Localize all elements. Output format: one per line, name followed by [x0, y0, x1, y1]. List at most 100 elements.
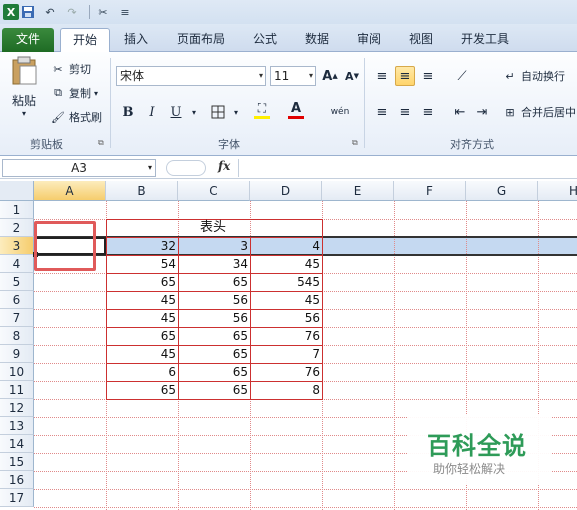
- row-header-10[interactable]: 10: [0, 363, 34, 381]
- table-cell[interactable]: 8: [250, 381, 322, 399]
- italic-button[interactable]: I: [142, 102, 162, 122]
- row-header-3[interactable]: 3: [0, 237, 34, 255]
- align-middle-icon[interactable]: ≡: [395, 66, 415, 86]
- row-header-9[interactable]: 9: [0, 345, 34, 363]
- row-header-11[interactable]: 11: [0, 381, 34, 399]
- chevron-down-icon[interactable]: ▾: [226, 102, 246, 122]
- underline-button[interactable]: U: [166, 102, 186, 122]
- tab-insert[interactable]: 插入: [116, 28, 156, 52]
- row-header-12[interactable]: 12: [0, 399, 34, 417]
- align-right-icon[interactable]: ≡: [418, 102, 438, 122]
- shrink-font-icon[interactable]: A ▼: [342, 66, 362, 86]
- customize-icon[interactable]: ≡: [116, 3, 134, 21]
- table-cell[interactable]: 54: [106, 255, 178, 273]
- table-cell[interactable]: 65: [178, 273, 250, 291]
- tab-file[interactable]: 文件: [2, 28, 54, 52]
- phonetic-icon[interactable]: wén: [330, 102, 350, 122]
- orientation-icon[interactable]: ⟋: [452, 66, 472, 86]
- font-launcher-icon[interactable]: ⧉: [352, 138, 358, 148]
- increase-indent-icon[interactable]: ⇥: [472, 102, 492, 122]
- table-cell[interactable]: 6: [106, 363, 178, 381]
- table-cell[interactable]: 56: [250, 309, 322, 327]
- tab-review[interactable]: 审阅: [350, 28, 388, 52]
- table-cell[interactable]: 4: [250, 237, 322, 255]
- table-cell[interactable]: 65: [106, 327, 178, 345]
- table-cell[interactable]: 65: [178, 345, 250, 363]
- formula-bar-toggle[interactable]: [166, 160, 206, 176]
- table-cell[interactable]: 45: [106, 291, 178, 309]
- align-top-icon[interactable]: ≡: [372, 66, 392, 86]
- table-cell[interactable]: 56: [178, 309, 250, 327]
- table-cell[interactable]: 7: [250, 345, 322, 363]
- font-color-icon[interactable]: A: [286, 100, 306, 120]
- insert-function-icon[interactable]: fx: [218, 159, 230, 173]
- tab-data[interactable]: 数据: [298, 28, 336, 52]
- column-header-e[interactable]: E: [322, 181, 394, 201]
- row-header-14[interactable]: 14: [0, 435, 34, 453]
- tab-formulas[interactable]: 公式: [246, 28, 284, 52]
- tab-home[interactable]: 开始: [60, 28, 110, 52]
- paste-button[interactable]: 粘贴 ▾: [6, 56, 42, 126]
- format-painter-button[interactable]: 🖌 格式刷: [50, 107, 102, 127]
- row-header-17[interactable]: 17: [0, 489, 34, 507]
- redo-icon[interactable]: ↷: [63, 3, 81, 21]
- table-cell[interactable]: 76: [250, 363, 322, 381]
- align-bottom-icon[interactable]: ≡: [418, 66, 438, 86]
- table-cell[interactable]: 45: [106, 309, 178, 327]
- column-header-f[interactable]: F: [394, 181, 466, 201]
- table-cell[interactable]: 545: [250, 273, 322, 291]
- table-cell[interactable]: 65: [106, 381, 178, 399]
- row-header-15[interactable]: 15: [0, 453, 34, 471]
- bold-button[interactable]: B: [118, 102, 138, 122]
- column-header-h[interactable]: H: [538, 181, 577, 201]
- copy-button[interactable]: ⧉ 复制 ▾: [50, 83, 98, 103]
- table-cell[interactable]: 65: [178, 327, 250, 345]
- font-name-combo[interactable]: 宋体 ▾: [116, 66, 266, 86]
- table-cell[interactable]: 3: [178, 237, 250, 255]
- chevron-down-icon[interactable]: ▾: [184, 102, 204, 122]
- font-size-combo[interactable]: 11 ▾: [270, 66, 316, 86]
- table-cell[interactable]: 65: [178, 381, 250, 399]
- column-header-b[interactable]: B: [106, 181, 178, 201]
- column-header-d[interactable]: D: [250, 181, 322, 201]
- table-cell[interactable]: 45: [250, 291, 322, 309]
- column-header-g[interactable]: G: [466, 181, 538, 201]
- tab-developer[interactable]: 开发工具: [454, 28, 516, 52]
- table-header-cell[interactable]: 表头: [106, 219, 322, 237]
- merge-center-button[interactable]: ⊞ 合并后居中: [502, 102, 576, 122]
- column-header-a[interactable]: A: [34, 181, 106, 201]
- row-header-6[interactable]: 6: [0, 291, 34, 309]
- formula-input[interactable]: [238, 159, 577, 177]
- grow-font-icon[interactable]: A ▲: [320, 66, 340, 86]
- table-cell[interactable]: 45: [106, 345, 178, 363]
- tab-view[interactable]: 视图: [402, 28, 440, 52]
- table-cell[interactable]: 32: [106, 237, 178, 255]
- row-header-1[interactable]: 1: [0, 201, 34, 219]
- table-cell[interactable]: 76: [250, 327, 322, 345]
- table-cell[interactable]: 34: [178, 255, 250, 273]
- name-box[interactable]: A3 ▾: [2, 159, 156, 177]
- fill-color-icon[interactable]: ⛶: [252, 100, 272, 120]
- align-center-icon[interactable]: ≡: [395, 102, 415, 122]
- table-cell[interactable]: 65: [106, 273, 178, 291]
- wrap-text-button[interactable]: ↵ 自动换行: [502, 66, 565, 86]
- table-cell[interactable]: 65: [178, 363, 250, 381]
- save-icon[interactable]: [19, 3, 37, 21]
- tools-icon[interactable]: ✂: [94, 3, 112, 21]
- row-header-2[interactable]: 2: [0, 219, 34, 237]
- row-header-8[interactable]: 8: [0, 327, 34, 345]
- border-icon[interactable]: [208, 102, 228, 122]
- decrease-indent-icon[interactable]: ⇤: [450, 102, 470, 122]
- table-cell[interactable]: 56: [178, 291, 250, 309]
- align-left-icon[interactable]: ≡: [372, 102, 392, 122]
- cut-button[interactable]: ✂ 剪切: [50, 59, 91, 79]
- row-header-16[interactable]: 16: [0, 471, 34, 489]
- select-all-corner[interactable]: [0, 181, 34, 201]
- clipboard-launcher-icon[interactable]: ⧉: [98, 138, 104, 148]
- undo-icon[interactable]: ↶: [41, 3, 59, 21]
- tab-page-layout[interactable]: 页面布局: [170, 28, 232, 52]
- row-header-7[interactable]: 7: [0, 309, 34, 327]
- row-header-5[interactable]: 5: [0, 273, 34, 291]
- row-header-4[interactable]: 4: [0, 255, 34, 273]
- row-header-13[interactable]: 13: [0, 417, 34, 435]
